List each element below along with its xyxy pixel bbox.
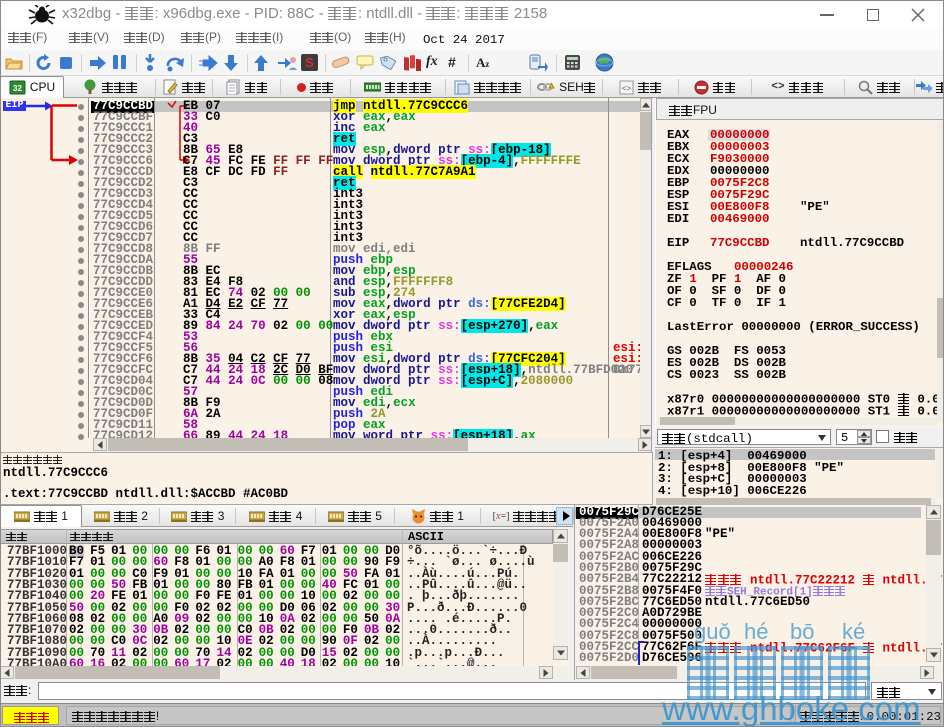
svg-text:<>: <> [622,85,632,94]
svg-text:32: 32 [13,84,22,93]
